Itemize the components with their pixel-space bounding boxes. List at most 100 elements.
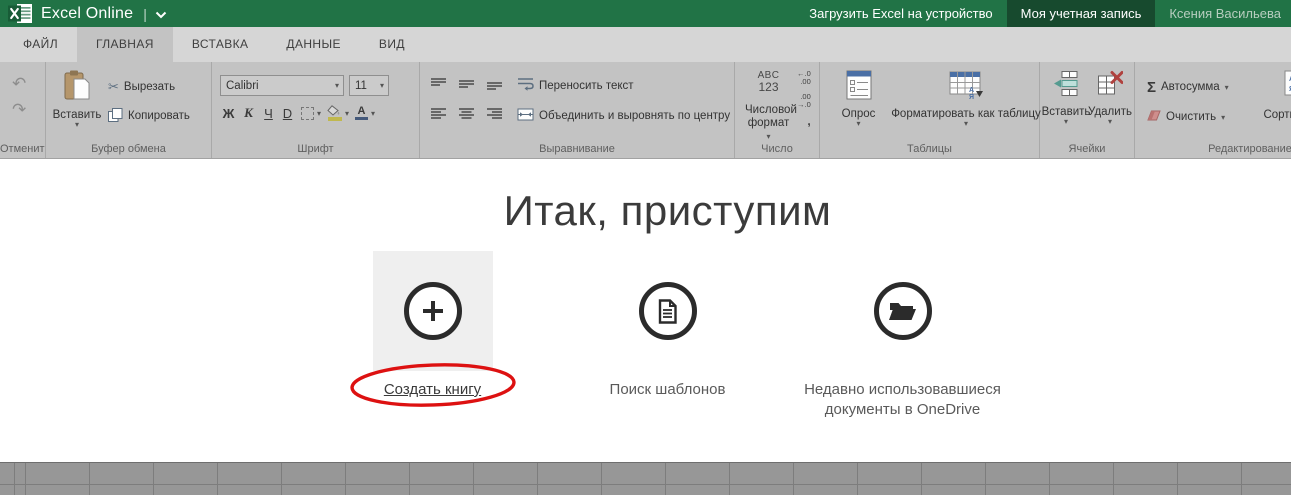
group-font: Calibri ▾ 11 ▾ Ж К Ч D ▾ ▾ А ▾ Шрифт — [212, 62, 420, 158]
delete-cells-caret-icon: ▾ — [1107, 117, 1112, 126]
top-app-bar: Excel Online | Загрузить Excel на устрой… — [0, 0, 1291, 27]
align-left-icon[interactable] — [430, 107, 447, 125]
group-tables: Опрос ▾ А Я Форматировать как таблицу ▾ — [820, 62, 1041, 158]
insert-cells-icon — [1053, 70, 1079, 103]
my-account-link[interactable]: Моя учетная запись — [1006, 0, 1156, 27]
sort-label: Сортировка — [1263, 109, 1291, 121]
font-color-caret-icon[interactable]: ▾ — [371, 109, 375, 117]
group-editing: Σ Автосумма ▾ Очистить ▾ А Я — [1135, 62, 1291, 158]
align-middle-icon[interactable] — [458, 77, 475, 95]
tile-search-templates[interactable]: Поиск шаблонов — [550, 251, 785, 420]
excel-logo-icon — [8, 3, 33, 24]
tab-home[interactable]: ГЛАВНАЯ — [76, 27, 173, 62]
italic-button[interactable]: К — [240, 105, 257, 121]
copy-label: Копировать — [128, 110, 190, 122]
spreadsheet-grid — [0, 462, 1291, 495]
group-label-undo: Отменить — [0, 143, 46, 155]
fill-color-caret-icon[interactable]: ▾ — [345, 109, 349, 117]
font-size-caret-icon: ▾ — [379, 81, 384, 90]
download-excel-link[interactable]: Загрузить Excel на устройство — [795, 0, 1006, 27]
font-family-value: Calibri — [226, 79, 259, 92]
align-center-icon[interactable] — [458, 107, 475, 125]
clear-caret-icon: ▾ — [1221, 112, 1226, 122]
font-color-icon[interactable]: А — [355, 105, 369, 121]
font-size-value: 11 — [355, 79, 367, 92]
copy-button[interactable]: Копировать — [108, 105, 190, 127]
comma-style-icon[interactable]: , — [807, 114, 810, 128]
tile-new-workbook[interactable]: Создать книгу — [315, 251, 550, 420]
undo-icon[interactable]: ↶ — [12, 75, 45, 92]
align-right-icon[interactable] — [486, 107, 503, 125]
sort-button[interactable]: А Я Сортировка — [1253, 70, 1291, 121]
group-undo: ↶ ↷ Отменить — [0, 62, 46, 158]
ribbon-tab-bar: ФАЙЛ ГЛАВНАЯ ВСТАВКА ДАННЫЕ ВИД — [0, 27, 1291, 62]
new-workbook-box[interactable] — [372, 251, 493, 371]
merge-center-icon — [517, 108, 534, 124]
group-label-clipboard: Буфер обмена — [91, 143, 166, 155]
tab-insert[interactable]: ВСТАВКА — [173, 27, 268, 62]
group-label-editing: Редактирование — [1208, 143, 1291, 155]
underline-button[interactable]: Ч — [260, 106, 277, 121]
group-alignment: Переносить текст Объединить и выровнять … — [420, 62, 735, 158]
group-clipboard: Вставить ▾ ✂ Вырезать Копировать Буфер о… — [46, 62, 212, 158]
topbar-links: Загрузить Excel на устройство Моя учетна… — [795, 0, 1291, 27]
fill-color-icon[interactable] — [327, 105, 342, 121]
tab-file[interactable]: ФАЙЛ — [4, 27, 77, 62]
title-separator: | — [143, 5, 147, 22]
template-document-icon — [638, 282, 697, 340]
start-tiles: Создать книгу Поиск шаблонов Недавно исп… — [22, 251, 1291, 420]
align-bottom-icon[interactable] — [486, 77, 503, 95]
align-top-icon[interactable] — [430, 77, 447, 95]
open-folder-icon — [873, 282, 932, 340]
paste-caret-icon: ▾ — [74, 120, 79, 129]
start-pane: Итак, приступим Создать книгу Поиск шабл… — [0, 159, 1291, 462]
format-as-table-icon: А Я — [949, 70, 983, 105]
user-name[interactable]: Ксения Васильева — [1155, 0, 1291, 27]
autosum-label: Автосумма — [1161, 81, 1220, 93]
chevron-down-icon[interactable] — [155, 11, 167, 19]
tab-view[interactable]: ВИД — [360, 27, 424, 62]
number-format-caret-icon: ▾ — [766, 132, 771, 141]
font-size-select[interactable]: 11 ▾ — [349, 75, 389, 96]
recent-onedrive-label: Недавно использовавшиеся документы в One… — [804, 381, 1001, 418]
survey-caret-icon: ▾ — [856, 119, 861, 128]
redo-icon[interactable]: ↷ — [12, 101, 45, 118]
survey-icon — [846, 70, 872, 105]
group-cells: Вставить ▾ Удалить ▾ Ячейки — [1040, 62, 1135, 158]
font-family-caret-icon: ▾ — [334, 81, 339, 90]
double-underline-button[interactable]: D — [280, 106, 295, 121]
borders-icon[interactable] — [301, 106, 314, 120]
group-number: ABC 123 Числовой формат ▾ ←.0 .00 .00 →.… — [735, 62, 820, 158]
copy-icon — [108, 107, 123, 125]
merge-center-button[interactable]: Объединить и выровнять по центру — [517, 108, 730, 124]
number-format-icon-123: 123 — [758, 80, 779, 94]
number-format-label: Числовой формат — [745, 104, 797, 129]
search-templates-label: Поиск шаблонов — [609, 381, 726, 398]
merge-center-label: Объединить и выровнять по центру — [539, 109, 731, 122]
increase-decimal-icon[interactable]: .00 →.0 — [797, 93, 811, 109]
cut-button[interactable]: ✂ Вырезать — [108, 76, 190, 98]
eraser-icon — [1147, 110, 1161, 124]
autosum-caret-icon: ▾ — [1224, 82, 1229, 92]
decrease-decimal-icon[interactable]: ←.0 .00 — [797, 70, 811, 86]
search-templates-box[interactable] — [608, 251, 728, 371]
group-label-number: Число — [761, 143, 793, 155]
recent-onedrive-box[interactable] — [843, 251, 963, 371]
svg-text:А: А — [969, 87, 974, 94]
delete-cells-icon — [1097, 70, 1124, 103]
borders-caret-icon[interactable]: ▾ — [317, 109, 321, 117]
wrap-text-label: Переносить текст — [539, 79, 634, 92]
new-workbook-link[interactable]: Создать книгу — [384, 380, 481, 400]
start-title: Итак, приступим — [503, 187, 832, 234]
svg-text:Я: Я — [969, 94, 974, 100]
group-label-font: Шрифт — [297, 143, 334, 155]
wrap-text-button[interactable]: Переносить текст — [517, 77, 634, 94]
tile-recent-onedrive[interactable]: Недавно использовавшиеся документы в One… — [785, 251, 1020, 420]
font-family-select[interactable]: Calibri ▾ — [220, 75, 344, 96]
insert-cells-caret-icon: ▾ — [1063, 117, 1068, 126]
tab-data[interactable]: ДАННЫЕ — [267, 27, 360, 62]
group-label-alignment: Выравнивание — [539, 143, 615, 155]
format-as-table-caret-icon: ▾ — [963, 119, 968, 128]
clear-label: Очистить — [1166, 111, 1217, 123]
bold-button[interactable]: Ж — [220, 106, 237, 121]
